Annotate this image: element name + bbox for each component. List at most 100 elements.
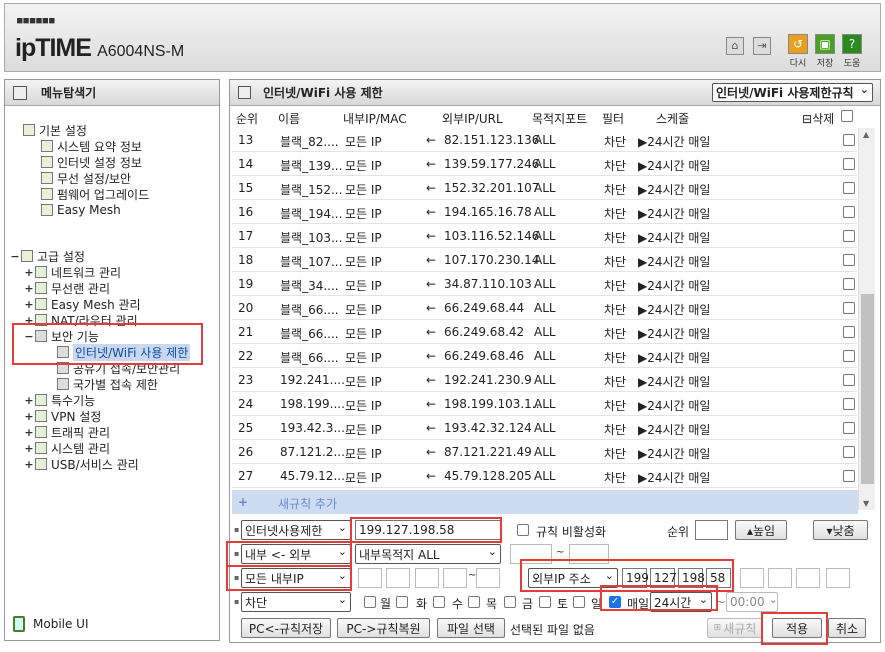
row-outer-ip: 45.79.128.205 (444, 469, 532, 483)
delete-checkbox[interactable] (843, 206, 855, 218)
home-icon[interactable]: ⌂ (726, 37, 744, 55)
time-end-select[interactable]: 00:00 (726, 592, 778, 612)
tree-item-firmware[interactable]: 펌웨어 업그레이드 (41, 186, 149, 202)
inner-ip-octet-1[interactable] (358, 568, 382, 588)
row-inner-ip: 모든 IP (345, 279, 382, 293)
table-row[interactable]: 22 블랙_66.... 모든 IP ← 66.249.68.46 ALL 차단 ▶24시간 … (232, 344, 857, 368)
outer-ip-end-2[interactable] (768, 568, 792, 588)
table-row[interactable]: 16 블랙_194... 모든 IP ← 194.165.16.78 ALL 차단 ▶24시간… (232, 200, 857, 224)
table-row[interactable]: 25 193.42.3.... 모든 IP ← 193.42.32.124 ALL 차단 ▶2… (232, 416, 857, 440)
table-scrollbar[interactable]: ▲ ▼ (858, 128, 875, 510)
tree-basic-settings[interactable]: 기본 설정 (23, 122, 87, 138)
delete-checkbox[interactable] (843, 350, 855, 362)
delete-checkbox[interactable] (843, 158, 855, 170)
expand-icon[interactable]: + (23, 298, 35, 311)
destination-select[interactable]: 내부목적지 ALL (355, 544, 501, 564)
collapse-icon[interactable]: − (9, 250, 21, 263)
expand-icon[interactable]: + (23, 266, 35, 279)
logout-icon[interactable]: ⇥ (753, 37, 771, 55)
day-checkbox-sat[interactable] (539, 596, 551, 608)
disable-rule-checkbox[interactable] (517, 524, 529, 536)
tree-advanced-settings[interactable]: − 고급 설정 (9, 248, 85, 264)
rule-mode-select[interactable]: 인터넷/WiFi 사용제한규칙 (712, 83, 873, 102)
table-row[interactable]: 24 198.199.... 모든 IP ← 198.199.103.1... ALL 차단… (232, 392, 857, 416)
day-checkbox-mon[interactable] (364, 596, 376, 608)
mobile-ui-link[interactable]: Mobile UI (13, 616, 89, 632)
delete-checkbox[interactable] (843, 470, 855, 482)
pc-backup-button[interactable]: PC<-규칙저장 (241, 618, 331, 638)
raise-button[interactable]: ▴높임 (735, 520, 787, 540)
table-row[interactable]: 26 87.121.2.... 모든 IP ← 87.121.221.49 ALL 차단 ▶2… (232, 440, 857, 464)
new-rule-row[interactable]: + 새규칙 추가 (232, 490, 858, 514)
table-row[interactable]: 15 블랙_152... 모든 IP ← 152.32.201.107 ALL 차단 ▶24시… (232, 176, 857, 200)
delete-checkbox[interactable] (843, 254, 855, 266)
tree-item-internet-info[interactable]: 인터넷 설정 정보 (41, 154, 142, 170)
tree-item-traffic[interactable]: + 트래픽 관리 (23, 424, 110, 440)
day-checkbox-fri[interactable] (504, 596, 516, 608)
delete-checkbox[interactable] (843, 398, 855, 410)
tree-item-system-summary[interactable]: 시스템 요약 정보 (41, 138, 142, 154)
delete-checkbox[interactable] (843, 326, 855, 338)
tree-item-vpn[interactable]: + VPN 설정 (23, 408, 101, 424)
scroll-thumb[interactable] (861, 294, 874, 484)
expand-icon[interactable]: + (23, 282, 35, 295)
save-icon[interactable]: ▣ (815, 34, 835, 54)
outer-ip-end-4[interactable] (826, 568, 850, 588)
table-row[interactable]: 21 블랙_66.... 모든 IP ← 66.249.68.42 ALL 차단 ▶24시간 … (232, 320, 857, 344)
table-row[interactable]: 19 블랙_34.... 모든 IP ← 34.87.110.103 ALL 차단 ▶24시간… (232, 272, 857, 296)
day-checkbox-tue[interactable] (396, 596, 408, 608)
delete-checkbox[interactable] (843, 134, 855, 146)
delete-checkbox[interactable] (843, 230, 855, 242)
tree-item-system[interactable]: + 시스템 관리 (23, 440, 110, 456)
tree-item-country-block[interactable]: 국가별 접속 제한 (57, 376, 158, 392)
action-select[interactable]: 차단 (241, 592, 351, 612)
outer-ip-end-1[interactable] (740, 568, 764, 588)
tree-item-easymesh[interactable]: Easy Mesh (41, 202, 121, 218)
expand-icon[interactable]: + (23, 442, 35, 455)
outer-ip-end-3[interactable] (796, 568, 820, 588)
delete-checkbox[interactable] (843, 278, 855, 290)
scroll-down-icon[interactable]: ▼ (863, 499, 869, 508)
expand-icon[interactable]: + (23, 410, 35, 423)
tree-item-usb[interactable]: + USB/서비스 관리 (23, 456, 138, 472)
tree-item-wireless[interactable]: 무선 설정/보안 (41, 170, 131, 186)
inner-ip-end-input[interactable] (476, 568, 500, 588)
day-checkbox-wed[interactable] (433, 596, 445, 608)
rank-input[interactable] (695, 520, 728, 540)
delete-checkbox[interactable] (843, 182, 855, 194)
delete-checkbox[interactable] (843, 302, 855, 314)
file-select-button[interactable]: 파일 선택 (437, 618, 505, 638)
tree-item-network[interactable]: + 네트워크 관리 (23, 264, 121, 280)
inner-ip-octet-3[interactable] (415, 568, 439, 588)
select-all-checkbox[interactable] (841, 110, 853, 122)
rule-type-select[interactable]: 인터넷사용제한 (241, 520, 351, 540)
inner-ip-octet-2[interactable] (386, 568, 410, 588)
delete-checkbox[interactable] (843, 446, 855, 458)
table-row[interactable]: 18 블랙_107... 모든 IP ← 107.170.230.14 ALL 차단 ▶24시… (232, 248, 857, 272)
pc-restore-button[interactable]: PC->규칙복원 (337, 618, 430, 638)
tree-item-easymesh-mgmt[interactable]: + Easy Mesh 관리 (23, 296, 140, 312)
inner-ip-octet-4[interactable] (443, 568, 467, 588)
arrow-left-icon: ← (426, 301, 437, 315)
scroll-up-icon[interactable]: ▲ (863, 130, 869, 139)
new-rule-button[interactable]: ⊞ 새규칙 (707, 618, 763, 638)
tree-item-wlan[interactable]: + 무선랜 관리 (23, 280, 110, 296)
day-checkbox-sun[interactable] (573, 596, 585, 608)
delete-checkbox[interactable] (843, 374, 855, 386)
table-row[interactable]: 14 블랙_139... 모든 IP ← 139.59.177.246 ALL 차단 ▶24시… (232, 152, 857, 176)
refresh-icon[interactable]: ↺ (788, 34, 808, 54)
table-row[interactable]: 27 45.79.12.... 모든 IP ← 45.79.128.205 ALL 차단 ▶2… (232, 464, 857, 488)
day-checkbox-thu[interactable] (468, 596, 480, 608)
table-row[interactable]: 23 192.241.... 모든 IP ← 192.241.230.9 ALL 차단 ▶24… (232, 368, 857, 392)
tree-item-special[interactable]: + 특수기능 (23, 392, 95, 408)
table-row[interactable]: 17 블랙_103... 모든 IP ← 103.116.52.146 ALL 차단 ▶24시… (232, 224, 857, 248)
expand-icon[interactable]: + (23, 394, 35, 407)
table-row[interactable]: 20 블랙_66.... 모든 IP ← 66.249.68.44 ALL 차단 ▶24시간 … (232, 296, 857, 320)
expand-icon[interactable]: + (23, 426, 35, 439)
help-icon[interactable]: ? (842, 34, 862, 54)
table-row[interactable]: 13 블랙_82.... 모든 IP ← 82.151.123.136 ALL 차단 ▶24시… (232, 128, 857, 152)
expand-icon[interactable]: + (23, 458, 35, 471)
delete-checkbox[interactable] (843, 422, 855, 434)
lower-button[interactable]: ▾낮춤 (813, 520, 868, 540)
cancel-button[interactable]: 취소 (828, 618, 866, 638)
